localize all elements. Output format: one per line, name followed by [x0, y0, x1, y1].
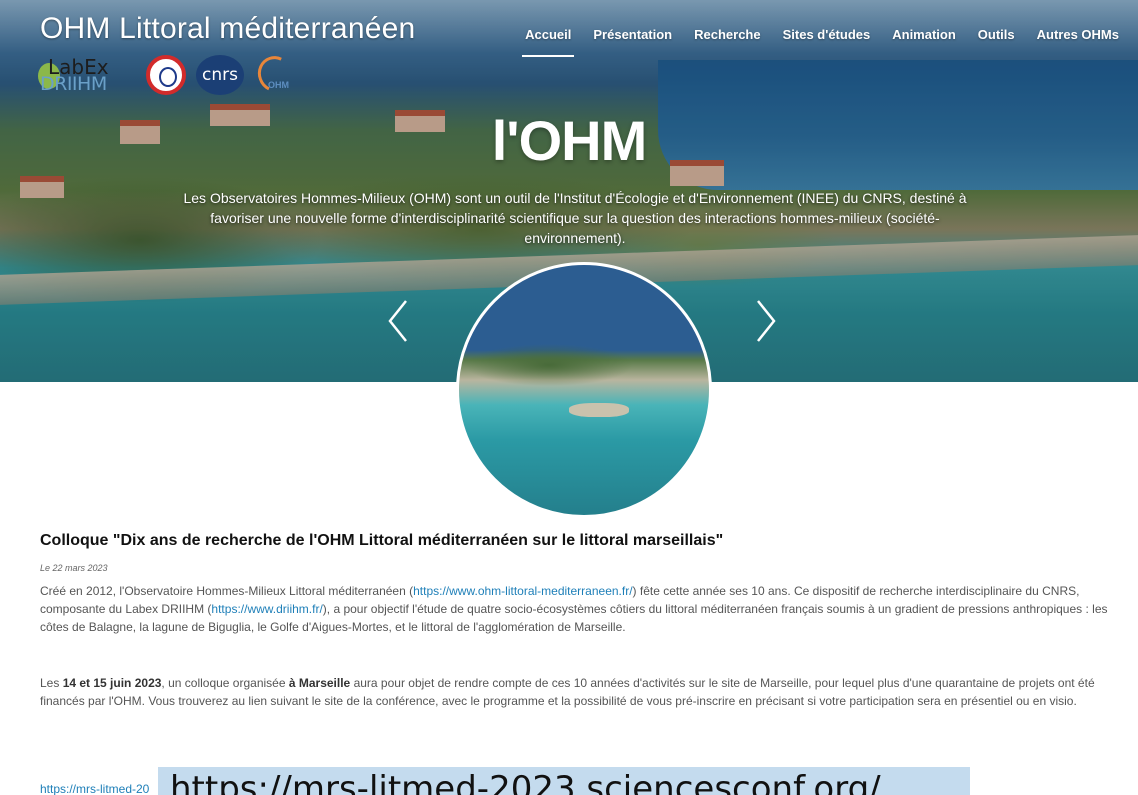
- nav-item-sites-etudes[interactable]: Sites d'études: [772, 27, 882, 63]
- article-paragraph-1: Créé en 2012, l'Observatoire Hommes-Mili…: [40, 582, 1130, 636]
- nav-item-recherche[interactable]: Recherche: [683, 27, 771, 63]
- ohm-logo-text: OHM: [268, 80, 289, 90]
- conference-link[interactable]: https://mrs-litmed-20: [40, 782, 149, 795]
- p2-text-b: , un colloque organisée: [161, 676, 289, 690]
- nav-item-animation[interactable]: Animation: [881, 27, 967, 63]
- ohm-website-link[interactable]: https://www.ohm-littoral-mediterraneen.f…: [413, 584, 632, 598]
- nav-item-presentation[interactable]: Présentation: [582, 27, 683, 63]
- main-nav: Accueil Présentation Recherche Sites d'é…: [514, 27, 1130, 63]
- hero-description: Les Observatoires Hommes-Milieux (OHM) s…: [183, 190, 967, 246]
- nav-item-outils[interactable]: Outils: [967, 27, 1026, 63]
- image-rocks: [569, 403, 629, 417]
- university-seal-logo[interactable]: [146, 55, 186, 95]
- ohm-logo[interactable]: OHM: [252, 51, 300, 97]
- nav-item-accueil[interactable]: Accueil: [514, 27, 582, 63]
- article-paragraph-2: Les 14 et 15 juin 2023, un colloque orga…: [40, 674, 1130, 710]
- featured-circle-image[interactable]: [456, 262, 712, 518]
- nav-item-autres-ohms[interactable]: Autres OHMs: [1026, 27, 1130, 63]
- cnrs-logo[interactable]: cnrs: [196, 55, 244, 95]
- chevron-left-icon: [388, 300, 407, 342]
- article-title[interactable]: Colloque "Dix ans de recherche de l'OHM …: [40, 532, 1130, 550]
- labex-logo-line2: DRIIHM: [40, 73, 107, 95]
- hero-heading: l'OHM: [491, 109, 648, 172]
- p2-dates: 14 et 15 juin 2023: [62, 676, 162, 690]
- labex-driihm-logo[interactable]: LabEx DRIIHM: [36, 55, 136, 95]
- p1-text-before: Créé en 2012, l'Observatoire Hommes-Mili…: [40, 584, 414, 598]
- conference-link-overlay[interactable]: https://mrs-litmed-2023.sciencesconf.org…: [158, 767, 970, 795]
- partner-logos: LabEx DRIIHM cnrs OHM: [36, 51, 300, 97]
- chevron-right-icon: [757, 300, 776, 342]
- driihm-website-link[interactable]: https://www.driihm.fr/: [211, 602, 322, 616]
- news-article: Colloque "Dix ans de recherche de l'OHM …: [40, 532, 1130, 710]
- article-date: Le 22 mars 2023: [40, 563, 108, 573]
- site-title[interactable]: OHM Littoral méditerranéen: [40, 12, 415, 46]
- p2-place: à Marseille: [288, 676, 351, 690]
- p2-text-a: Les: [40, 676, 63, 690]
- carousel-next-button[interactable]: [754, 297, 778, 345]
- carousel-prev-button[interactable]: [386, 297, 410, 345]
